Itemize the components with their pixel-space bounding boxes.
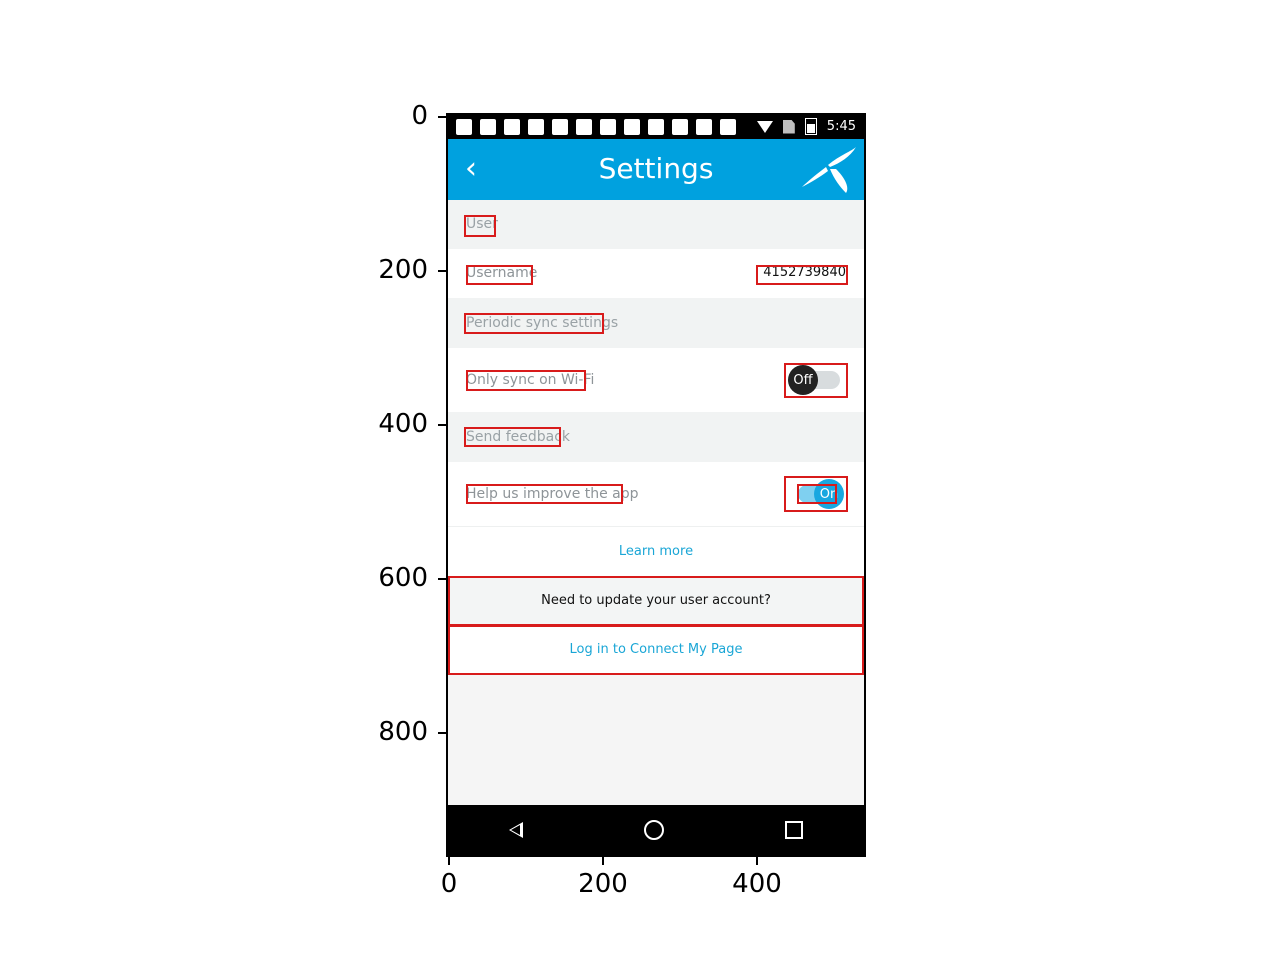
y-tickmark xyxy=(438,116,448,118)
section-header-user: User xyxy=(448,200,864,249)
notification-icons xyxy=(456,119,736,135)
status-time: 5:45 xyxy=(826,119,856,134)
section-header-label: Periodic sync settings xyxy=(466,315,619,331)
section-header-label: Send feedback xyxy=(466,429,571,445)
toggle-knob: Off xyxy=(788,365,818,395)
improve-app-row: Help us improve the app On xyxy=(448,462,864,526)
recents-square-icon[interactable] xyxy=(785,821,804,839)
improve-app-label: Help us improve the app xyxy=(466,486,639,502)
toggle-knob: On xyxy=(814,479,844,509)
wifi-sync-toggle[interactable]: Off xyxy=(786,365,846,395)
wifi-sync-row: Only sync on Wi-Fi Off xyxy=(448,348,864,412)
x-tickmark xyxy=(756,855,758,865)
x-tickmark xyxy=(448,855,450,865)
section-header-feedback: Send feedback xyxy=(448,412,864,462)
facebook-icon xyxy=(480,119,496,135)
username-label: Username xyxy=(466,265,538,281)
message-icon xyxy=(456,119,472,135)
username-row[interactable]: Username 4152739840 xyxy=(448,249,864,298)
facebook-icon xyxy=(528,119,544,135)
learn-more-link[interactable]: Learn more xyxy=(448,526,864,577)
section-header-label: User xyxy=(466,216,498,232)
status-right: 5:45 xyxy=(756,118,856,135)
facebook-icon xyxy=(600,119,616,135)
home-circle-icon[interactable] xyxy=(643,820,664,840)
y-tick-200: 200 xyxy=(378,255,428,285)
login-connect-link[interactable]: Log in to Connect My Page xyxy=(448,625,864,674)
y-tickmark xyxy=(438,270,448,272)
y-tick-600: 600 xyxy=(378,563,428,593)
account-question: Need to update your user account? xyxy=(448,576,864,625)
x-tick-400: 400 xyxy=(732,869,782,899)
y-tick-0: 0 xyxy=(411,101,428,131)
y-tickmark xyxy=(438,424,448,426)
facebook-icon xyxy=(504,119,520,135)
facebook-icon xyxy=(552,119,568,135)
facebook-icon xyxy=(576,119,592,135)
facebook-icon xyxy=(648,119,664,135)
improve-app-toggle[interactable]: On xyxy=(786,479,846,509)
battery-icon xyxy=(804,118,817,135)
gmail-icon xyxy=(720,119,736,135)
navigation-bar xyxy=(448,805,864,855)
wifi-sync-label: Only sync on Wi-Fi xyxy=(466,372,595,388)
facebook-icon xyxy=(672,119,688,135)
phone-screenshot: 5:45 ‹ Settings User Username 4152739840… xyxy=(448,115,864,855)
wifi-icon xyxy=(756,120,773,133)
y-tick-800: 800 xyxy=(378,717,428,747)
x-tick-0: 0 xyxy=(440,869,458,899)
section-header-sync: Periodic sync settings xyxy=(448,298,864,348)
x-tick-200: 200 xyxy=(578,869,628,899)
x-tickmark xyxy=(602,855,604,865)
app-bar: ‹ Settings xyxy=(448,139,864,200)
username-value: 4152739840 xyxy=(763,265,846,280)
y-tickmark xyxy=(438,578,448,580)
telenor-logo xyxy=(802,147,856,193)
back-triangle-icon[interactable] xyxy=(508,822,523,838)
no-sim-icon xyxy=(782,119,795,134)
y-tick-400: 400 xyxy=(378,409,428,439)
facebook-icon xyxy=(624,119,640,135)
y-tickmark xyxy=(438,732,448,734)
facebook-icon xyxy=(696,119,712,135)
status-bar: 5:45 xyxy=(448,115,864,139)
